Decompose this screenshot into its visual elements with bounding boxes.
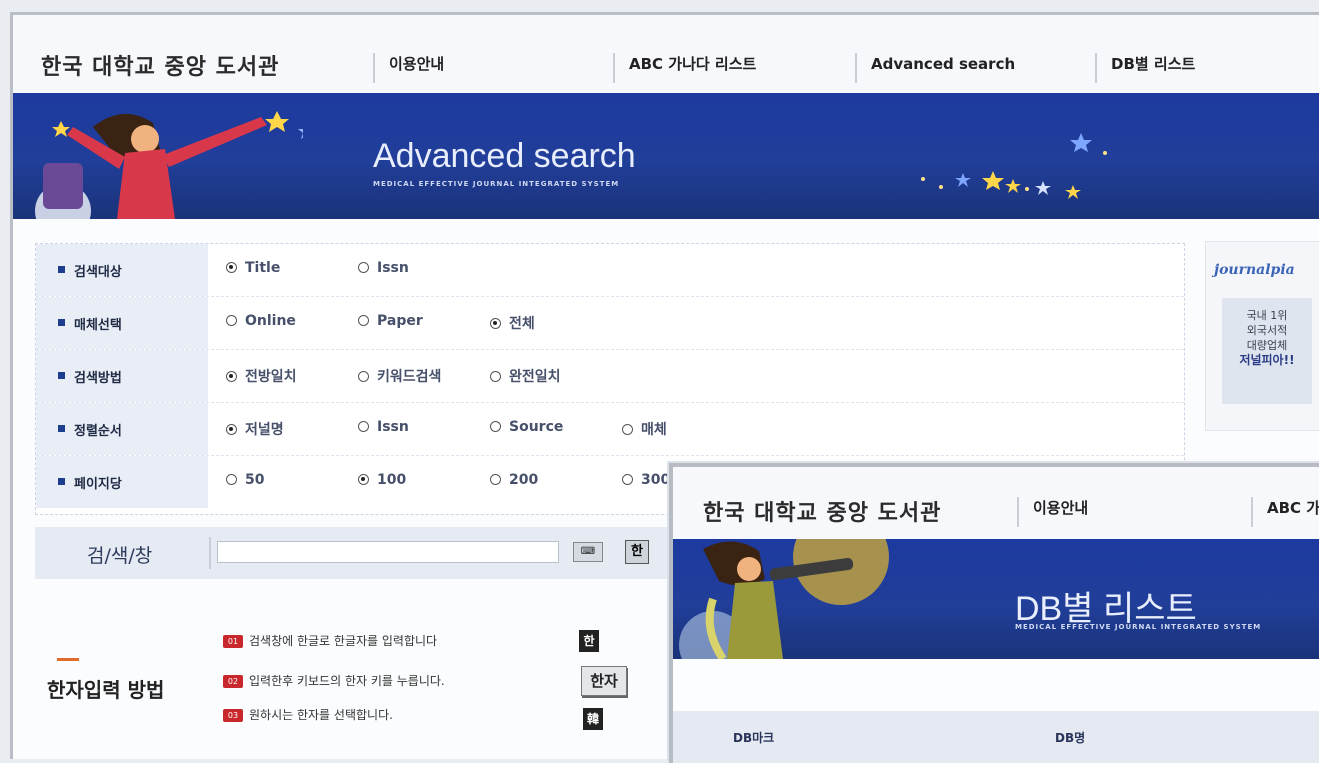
promo-line: 외국서적 (1246, 324, 1288, 337)
banner-illustration (35, 111, 303, 219)
radio-keyword[interactable]: 키워드검색 (358, 366, 441, 386)
journalpia-logo[interactable]: journalpia (1214, 262, 1295, 278)
stars-decoration (921, 133, 1107, 199)
nav-item-db-list[interactable]: DB별 리스트 (1095, 53, 1195, 83)
radio-200[interactable]: 200 (490, 472, 538, 488)
column-header-db-mark: DB마크 (733, 731, 775, 745)
radio-sort-media[interactable]: 매체 (622, 419, 667, 439)
site-brand[interactable]: 한국 대학교 중앙 도서관 (703, 495, 941, 527)
radio-paper[interactable]: Paper (358, 313, 423, 329)
db-list-window: 한국 대학교 중앙 도서관 이용안내 ABC 가 DB별 리스트 MEDICAL… (669, 463, 1319, 763)
page-banner: Advanced search MEDICAL EFFECTIVE JOURNA… (13, 93, 1319, 219)
radio-online[interactable]: Online (226, 313, 296, 329)
promo-line: 대량업체 (1246, 339, 1288, 352)
radio-sort-source[interactable]: Source (490, 419, 563, 435)
site-brand[interactable]: 한국 대학교 중앙 도서관 (41, 49, 279, 81)
radio-unchecked-icon[interactable] (490, 474, 501, 485)
radio-exact-match[interactable]: 완전일치 (490, 366, 561, 386)
search-bar: 검/색/창 ⌨ 한 (35, 527, 695, 579)
search-input[interactable] (217, 541, 559, 563)
option-label: 매체선택 (74, 318, 122, 333)
option-row-sort: 정렬순서 저널명 Issn Source 매체 (36, 403, 1184, 456)
hanja-step-2: 02 입력한후 키보드의 한자 키를 누릅니다. (223, 672, 445, 689)
option-label-cell: 검색대상 (36, 244, 208, 296)
db-table-header: DB마크 DB명 (673, 711, 1319, 763)
hangul-key-sample: 한 (579, 630, 599, 652)
radio-unchecked-icon[interactable] (358, 262, 369, 273)
journalpia-promo[interactable]: journalpia 국내 1위 외국서적 대량업체 저널피아!! (1205, 241, 1319, 431)
radio-100[interactable]: 100 (358, 472, 406, 488)
hanja-title: 한자입력 방법 (47, 678, 165, 702)
option-label-cell: 페이지당 (36, 456, 208, 508)
radio-checked-icon[interactable] (358, 474, 369, 485)
option-label-cell: 정렬순서 (36, 403, 208, 455)
banner-title: Advanced search (373, 137, 636, 175)
hanja-step-3: 03 원하시는 한자를 선택합니다. (223, 706, 393, 723)
radio-300[interactable]: 300 (622, 472, 670, 488)
radio-unchecked-icon[interactable] (358, 421, 369, 432)
promo-box[interactable]: 국내 1위 외국서적 대량업체 저널피아!! (1222, 298, 1312, 404)
nav-item-guide[interactable]: 이용안내 (1017, 497, 1088, 527)
title-accent (57, 658, 79, 661)
column-header-db-name: DB명 (1055, 731, 1086, 745)
nav-item-abc-list[interactable]: ABC 가나다 리스트 (613, 53, 756, 83)
option-row-method: 검색방법 전방일치 키워드검색 완전일치 (36, 350, 1184, 403)
banner-illustration (679, 539, 889, 659)
promo-line: 국내 1위 (1246, 309, 1288, 322)
radio-checked-icon[interactable] (490, 318, 501, 329)
radio-unchecked-icon[interactable] (358, 315, 369, 326)
radio-unchecked-icon[interactable] (226, 315, 237, 326)
hanja-step-1: 01 검색창에 한글로 한글자를 입력합니다 (223, 632, 437, 649)
hanja-key-sample: 한자 (581, 666, 627, 696)
search-label: 검/색/창 (87, 545, 153, 567)
radio-unchecked-icon[interactable] (490, 371, 501, 382)
banner-subtitle: MEDICAL EFFECTIVE JOURNAL INTEGRATED SYS… (1015, 623, 1262, 631)
radio-checked-icon[interactable] (226, 371, 237, 382)
option-row-media: 매체선택 Online Paper 전체 (36, 297, 1184, 350)
option-label: 페이지당 (74, 477, 122, 492)
option-row-target: 검색대상 Title Issn (36, 244, 1184, 297)
radio-unchecked-icon[interactable] (358, 371, 369, 382)
option-label-cell: 검색방법 (36, 350, 208, 402)
step-badge-icon: 03 (223, 709, 243, 722)
radio-issn[interactable]: Issn (358, 260, 409, 276)
nav-item-abc-list[interactable]: ABC 가 (1251, 497, 1319, 527)
page-banner: DB별 리스트 MEDICAL EFFECTIVE JOURNAL INTEGR… (673, 539, 1319, 659)
keyboard-icon[interactable]: ⌨ (573, 542, 603, 562)
radio-checked-icon[interactable] (226, 424, 237, 435)
radio-sort-journal[interactable]: 저널명 (226, 419, 284, 439)
radio-unchecked-icon[interactable] (226, 474, 237, 485)
bullet-square-icon (58, 319, 65, 326)
top-nav: 한국 대학교 중앙 도서관 이용안내 ABC 가 (673, 467, 1319, 539)
bullet-square-icon (58, 266, 65, 273)
nav-item-advanced-search[interactable]: Advanced search (855, 53, 1015, 83)
hanja-result-sample: 韓 (583, 708, 603, 730)
radio-title[interactable]: Title (226, 260, 280, 276)
divider (209, 537, 211, 569)
hanja-help-section: 한자입력 방법 01 검색창에 한글로 한글자를 입력합니다 02 입력한후 키보드… (13, 590, 673, 759)
option-label: 정렬순서 (74, 424, 122, 439)
bullet-square-icon (58, 372, 65, 379)
bullet-square-icon (58, 478, 65, 485)
radio-checked-icon[interactable] (226, 262, 237, 273)
step-badge-icon: 02 (223, 675, 243, 688)
radio-unchecked-icon[interactable] (622, 424, 633, 435)
step-badge-icon: 01 (223, 635, 243, 648)
radio-unchecked-icon[interactable] (490, 421, 501, 432)
bullet-square-icon (58, 425, 65, 432)
top-nav: 한국 대학교 중앙 도서관 이용안내 ABC 가나다 리스트 Advanced … (13, 15, 1319, 93)
radio-all-media[interactable]: 전체 (490, 313, 535, 333)
promo-name: 저널피아!! (1239, 353, 1295, 367)
hanja-key-button[interactable]: 한 (625, 540, 649, 564)
banner-subtitle: MEDICAL EFFECTIVE JOURNAL INTEGRATED SYS… (373, 180, 620, 188)
nav-item-guide[interactable]: 이용안내 (373, 53, 444, 83)
radio-sort-issn[interactable]: Issn (358, 419, 409, 435)
radio-unchecked-icon[interactable] (622, 474, 633, 485)
option-label: 검색대상 (74, 265, 122, 280)
option-label: 검색방법 (74, 371, 122, 386)
radio-prefix-match[interactable]: 전방일치 (226, 366, 297, 386)
option-label-cell: 매체선택 (36, 297, 208, 349)
radio-50[interactable]: 50 (226, 472, 264, 488)
